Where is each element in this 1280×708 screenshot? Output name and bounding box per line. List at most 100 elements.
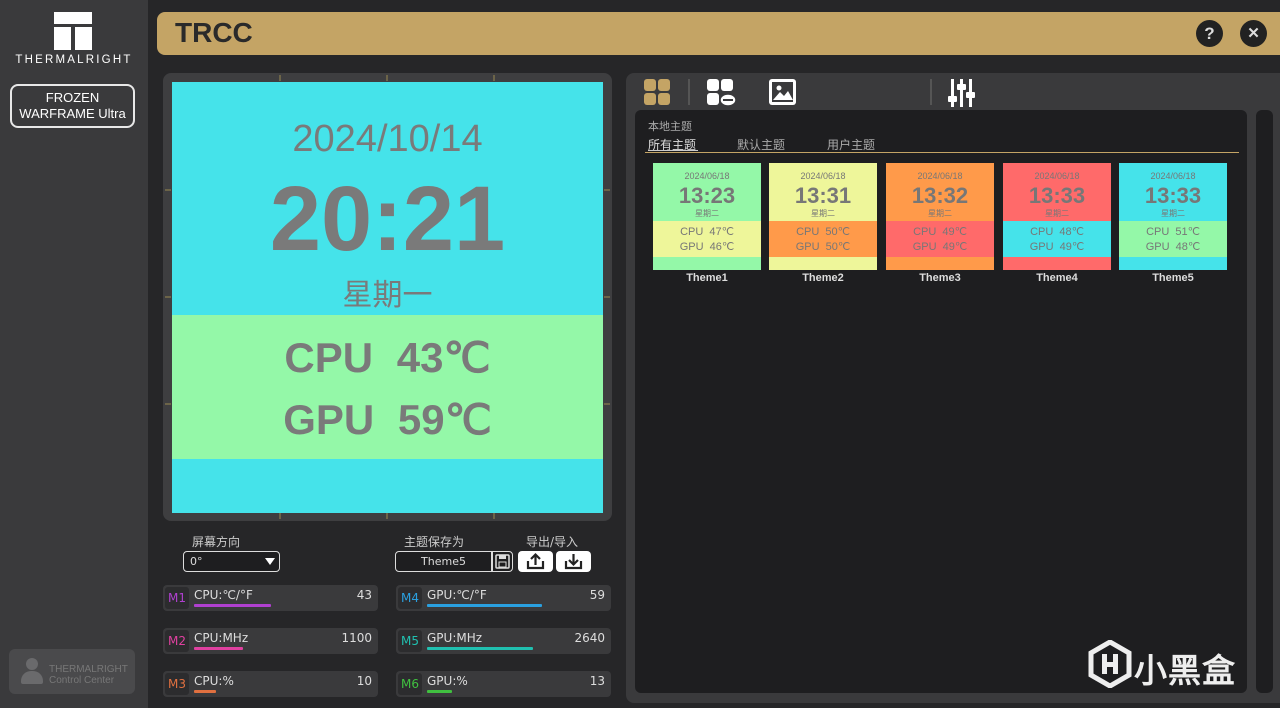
theme-thumbnail[interactable]: 2024/06/18 13:31 星期二 CPU 50℃ GPU 50℃ [769,163,877,270]
metric-m6[interactable]: M6 GPU:% 13 [396,671,611,697]
brand-name: THERMALRIGHT [15,54,133,66]
close-icon[interactable]: ✕ [1240,20,1267,47]
thumb-time: 13:23 [678,183,736,208]
theme-label[interactable]: Theme1 [653,272,761,284]
toolbar-divider [930,79,932,105]
theme-thumbnail[interactable]: 2024/06/18 13:23 星期二 CPU 47℃ GPU 46℃ [653,163,761,270]
metric-m3[interactable]: M3 CPU:% 10 [163,671,378,697]
grid-icon[interactable] [643,78,671,110]
device-name-line1: FROZEN [45,90,100,105]
floppy-disk-icon[interactable] [492,551,513,572]
metric-tag: M3 [165,673,189,695]
watermark: 小黑盒 [1088,638,1248,692]
watermark-text: 小黑盒 [1134,651,1236,690]
heybox-logo-icon [1088,640,1132,688]
metric-m2[interactable]: M2 CPU:MHz 1100 [163,628,378,654]
app-title: TRCC [175,17,253,48]
save-as-label: 主题保存为 [404,535,465,549]
sidebar: THERMALRIGHT FROZEN WARFRAME Ultra THERM… [0,0,148,708]
metric-tag: M6 [398,673,422,695]
theme-thumbnail[interactable]: 2024/06/18 13:33 星期二 CPU 51℃ GPU 48℃ [1119,163,1227,270]
image-icon[interactable] [768,78,798,112]
metric-bar [194,690,216,693]
tab-default-themes[interactable]: 默认主题 [737,136,785,153]
metric-value: 13 [589,674,605,688]
orientation-label: 屏幕方向 [192,535,241,549]
app-window: THERMALRIGHT FROZEN WARFRAME Ultra THERM… [0,0,1280,708]
metric-value: 10 [356,674,372,688]
theme-label[interactable]: Theme2 [769,272,877,284]
metric-tag: M5 [398,630,422,652]
metric-m1[interactable]: M1 CPU:℃/°F 43 [163,585,378,611]
device-button[interactable]: FROZEN WARFRAME Ultra [10,84,135,128]
metric-name: CPU:MHz [194,631,249,645]
thumb-weekday: 星期二 [811,209,835,218]
orientation-select[interactable]: 0° [183,551,280,572]
metric-value: 1100 [341,631,372,645]
thumb-date: 2024/06/18 [684,171,730,181]
title-bar: TRCC ? ✕ [157,12,1280,55]
thumb-weekday: 星期二 [928,209,952,218]
metric-bar [427,647,533,650]
thumb-date: 2024/06/18 [1034,171,1080,181]
theme-cloud-icon[interactable] [706,78,737,112]
thumb-weekday: 星期二 [695,209,719,218]
theme-label[interactable]: Theme5 [1119,272,1227,284]
chevron-down-icon [265,558,275,565]
metric-name: CPU:℃/°F [194,588,253,602]
thermalright-logo-icon [54,12,92,50]
metric-name: CPU:% [194,674,234,688]
thumb-time: 13:33 [1028,183,1086,208]
thumb-date: 2024/06/18 [917,171,963,181]
thumb-cpu: CPU 47℃ [680,226,734,238]
thumb-gpu: GPU 49℃ [1029,241,1085,253]
metric-tag: M2 [165,630,189,652]
active-tab-indicator [648,150,698,151]
metric-name: GPU:% [427,674,468,688]
thumb-weekday: 星期二 [1161,209,1185,218]
metric-tag: M4 [398,587,422,609]
metric-bar [427,604,542,607]
thumb-gpu: GPU 50℃ [795,241,851,253]
theme-thumbnail[interactable]: 2024/06/18 13:33 星期二 CPU 48℃ GPU 49℃ [1003,163,1111,270]
local-themes-title: 本地主题 [648,120,692,133]
help-icon[interactable]: ? [1196,20,1223,47]
preview-gpu-temp: GPU 59℃ [283,396,492,443]
gallery-scrollbar[interactable] [1256,110,1273,693]
thumb-gpu: GPU 46℃ [679,241,735,253]
control-center-button[interactable]: THERMALRIGHT Control Center [9,649,135,694]
thumb-time: 13:31 [794,183,852,208]
lcd-preview[interactable]: 2024/10/14 20:21 星期一 CPU 43℃ GPU 59℃ [172,82,603,513]
thumb-cpu: CPU 50℃ [796,226,850,238]
thumb-time: 13:33 [1144,183,1202,208]
theme-label[interactable]: Theme4 [1003,272,1111,284]
theme-thumbnail[interactable]: 2024/06/18 13:32 星期二 CPU 49℃ GPU 49℃ [886,163,994,270]
preview-temp-band: CPU 43℃ GPU 59℃ [172,315,603,459]
tabs-divider [645,152,1239,153]
preview-time: 20:21 [269,168,506,270]
thumb-time: 13:32 [911,183,969,208]
thumb-cpu: CPU 51℃ [1146,226,1200,238]
thumb-date: 2024/06/18 [800,171,846,181]
sliders-icon[interactable] [948,78,976,112]
metric-value: 2640 [574,631,605,645]
download-icon[interactable] [556,551,591,572]
thumb-date: 2024/06/18 [1150,171,1196,181]
thumb-cpu: CPU 48℃ [1030,226,1084,238]
metric-tag: M1 [165,587,189,609]
theme-name-input[interactable]: Theme5 [395,551,492,572]
metric-m4[interactable]: M4 GPU:℃/°F 59 [396,585,611,611]
thumb-weekday: 星期二 [1045,209,1069,218]
tab-user-themes[interactable]: 用户主题 [827,136,875,153]
metric-name: GPU:℃/°F [427,588,487,602]
orientation-value: 0° [190,555,203,568]
preview-cpu-temp: CPU 43℃ [284,334,491,381]
upload-icon[interactable] [518,551,553,572]
preview-date: 2024/10/14 [292,118,483,160]
thumb-gpu: GPU 48℃ [1145,241,1201,253]
metric-bar [427,690,452,693]
metric-m5[interactable]: M5 GPU:MHz 2640 [396,628,611,654]
theme-label[interactable]: Theme3 [886,272,994,284]
metric-bar [194,647,243,650]
metric-value: 59 [589,588,605,602]
